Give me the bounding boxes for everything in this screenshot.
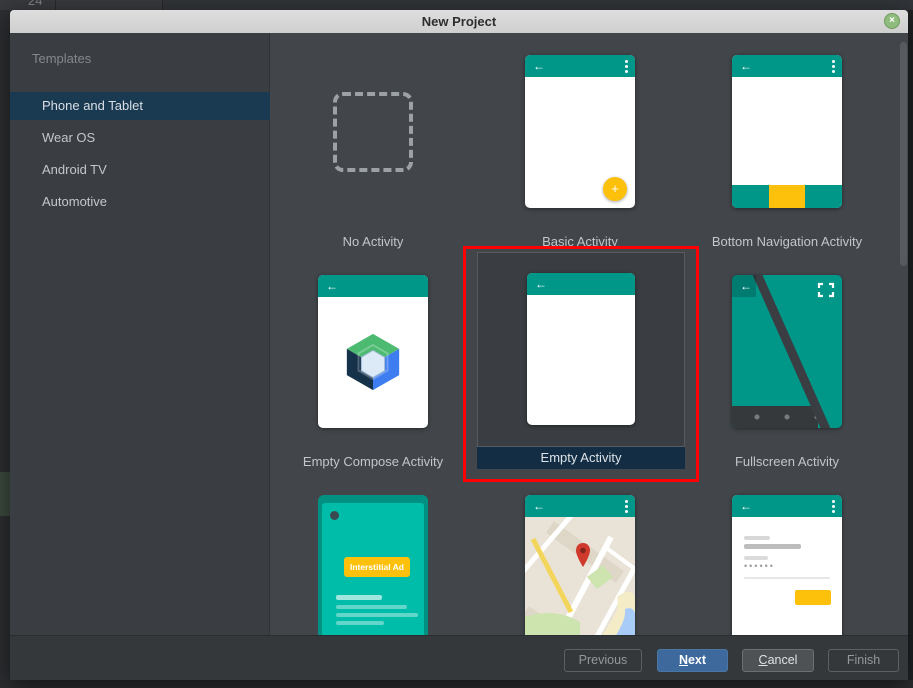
dialog-titlebar[interactable]: New Project — [10, 10, 908, 33]
ad-screen: Interstitial Ad — [322, 503, 424, 635]
back-arrow-icon: ← — [740, 55, 752, 77]
kebab-menu-icon — [832, 60, 835, 75]
app-bar: ← — [732, 55, 842, 77]
previous-button[interactable]: Previous — [564, 649, 642, 672]
phone-preview: Interstitial Ad — [318, 495, 428, 635]
app-bar: ← — [732, 495, 842, 517]
password-dots: •••••• — [744, 561, 775, 571]
app-bar: ← — [318, 275, 428, 297]
back-arrow-icon: ← — [740, 495, 752, 517]
phone-preview: ← — [732, 275, 842, 428]
sign-in-button-preview — [795, 590, 831, 605]
interstitial-ad-badge: Interstitial Ad — [344, 557, 410, 577]
tile-label: Empty Compose Activity — [278, 454, 468, 469]
tile-label: Bottom Navigation Activity — [692, 234, 882, 249]
phone-preview: ← + — [525, 55, 635, 208]
background-editor-right — [908, 10, 913, 688]
form-field-underline — [744, 577, 830, 579]
map-preview-art — [525, 517, 635, 635]
back-arrow-icon: ← — [535, 273, 547, 295]
phone-preview: ← — [318, 275, 428, 428]
sidebar-item-phone-and-tablet[interactable]: Phone and Tablet — [10, 92, 270, 120]
template-tile-bottom-navigation-activity[interactable]: ← Bottom Navigation Activity — [692, 51, 882, 251]
phone-preview: ← — [732, 55, 842, 208]
gutter-divider — [55, 0, 56, 10]
background-editor-gutter: 24 — [0, 0, 163, 10]
kebab-menu-icon — [625, 60, 628, 75]
kebab-menu-icon — [625, 500, 628, 515]
app-bar: ← — [527, 273, 635, 295]
next-button[interactable]: Next — [657, 649, 728, 672]
template-tile-empty-activity-selected[interactable]: ← Empty Activity — [463, 246, 699, 482]
app-bar: ← — [525, 495, 635, 517]
phone-preview: ← — [527, 273, 635, 425]
tile-label: No Activity — [278, 234, 468, 249]
close-button[interactable]: × — [884, 13, 900, 29]
template-grid: No Activity ← + Basic Activity ← — [270, 33, 908, 635]
kebab-menu-icon — [832, 500, 835, 515]
compose-logo — [342, 331, 404, 393]
back-arrow-icon: ← — [533, 495, 545, 517]
back-arrow-icon: ← — [533, 55, 545, 77]
selected-tile-label: Empty Activity — [477, 447, 685, 469]
app-bar: ← — [525, 55, 635, 77]
background-editor-bottom — [0, 680, 913, 688]
form-field-label — [744, 536, 770, 540]
finish-button[interactable]: Finish — [828, 649, 899, 672]
status-dot — [330, 511, 339, 520]
dialog-title: New Project — [10, 10, 908, 33]
form-field-value — [744, 544, 801, 549]
fullscreen-preview-art — [732, 275, 842, 428]
back-arrow-icon: ← — [326, 275, 338, 297]
template-tile-basic-activity[interactable]: ← + Basic Activity — [485, 51, 675, 251]
close-icon: × — [889, 15, 895, 26]
form-field-label — [744, 556, 768, 560]
bottom-nav-bar — [732, 185, 842, 208]
cancel-button[interactable]: Cancel — [742, 649, 814, 672]
sidebar-item-automotive[interactable]: Automotive — [10, 188, 270, 216]
sidebar-header: Templates — [32, 51, 91, 66]
background-editor-left — [0, 10, 10, 688]
template-tile-ads-activity[interactable]: Interstitial Ad — [278, 491, 468, 635]
sidebar-item-wear-os[interactable]: Wear OS — [10, 124, 270, 152]
background-gutter-highlight — [0, 472, 10, 516]
tile-label: Fullscreen Activity — [692, 454, 882, 469]
template-tile-no-activity[interactable]: No Activity — [278, 51, 468, 251]
back-arrow-icon: ← — [740, 275, 752, 297]
gutter-line-number: 24 — [28, 0, 42, 8]
screen: 24 New Project × Templates Phone and Tab… — [0, 0, 913, 688]
phone-preview: ← •••••• — [732, 495, 842, 635]
no-activity-placeholder-icon — [333, 92, 413, 172]
scrollbar-thumb[interactable] — [900, 42, 907, 266]
sidebar-item-android-tv[interactable]: Android TV — [10, 156, 270, 184]
background-editor-top: 24 — [0, 0, 913, 10]
fab-icon: + — [603, 177, 627, 201]
template-tile-empty-compose-activity[interactable]: ← Empty Compose Activity — [278, 271, 468, 471]
phone-preview: ← — [525, 495, 635, 635]
template-tile-google-maps-activity[interactable]: ← — [485, 491, 675, 635]
template-tile-login-activity[interactable]: ← •••••• — [692, 491, 882, 635]
template-tile-fullscreen-activity[interactable]: ← Fullscreen Activity — [692, 271, 882, 471]
